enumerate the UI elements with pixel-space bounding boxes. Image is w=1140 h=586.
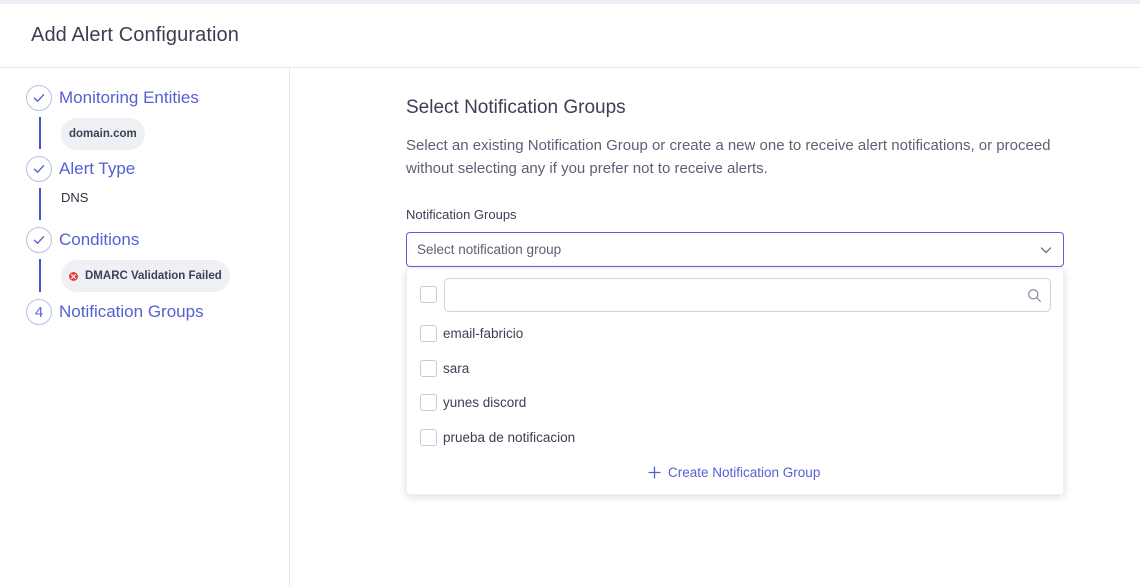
step-conditions[interactable]: Conditions [26,227,139,253]
entity-chip: domain.com [61,118,145,150]
search-icon [1028,289,1042,303]
step-monitoring-entities[interactable]: Monitoring Entities [26,85,199,111]
entity-value: domain.com [69,128,137,140]
check-icon [26,227,52,253]
select-placeholder: Select notification group [417,242,562,257]
step-alert-type[interactable]: Alert Type [26,156,135,182]
group-option[interactable]: prueba de notificacion [407,423,1063,453]
step-connector [39,117,41,149]
group-option[interactable]: email-fabricio [407,319,1063,349]
step-connector [39,188,41,220]
group-search-field[interactable] [444,278,1051,312]
step-number: 4 [26,299,52,325]
condition-value: DMARC Validation Failed [85,270,222,282]
group-option-label: yunes discord [443,395,527,410]
group-option-label: prueba de notificacion [443,430,576,445]
chevron-down-icon [1040,247,1052,254]
group-option-checkbox[interactable] [420,360,437,377]
notification-groups-label: Notification Groups [406,207,517,222]
group-option[interactable]: sara [407,354,1063,384]
select-all-checkbox[interactable] [420,286,437,303]
create-notification-group-button[interactable]: Create Notification Group [648,465,820,480]
plus-icon [648,466,661,479]
group-option-checkbox[interactable] [420,394,437,411]
check-icon [26,156,52,182]
step-label: Alert Type [59,159,136,178]
check-icon [26,85,52,111]
group-option-label: email-fabricio [443,326,524,341]
group-search-input[interactable] [453,279,1013,309]
notification-group-dropdown: email-fabricio sara yunes discord prueba… [406,268,1064,495]
group-option-checkbox[interactable] [420,325,437,342]
step-label: Notification Groups [59,302,204,321]
step-connector [39,259,41,292]
alert-type-value: DNS [61,190,89,205]
page-header: Add Alert Configuration [0,4,1140,68]
group-option[interactable]: yunes discord [407,388,1063,418]
section-title: Select Notification Groups [406,97,626,118]
error-x-icon [69,271,78,281]
create-label: Create Notification Group [668,465,821,480]
group-option-label: sara [443,361,470,376]
section-description: Select an existing Notification Group or… [406,137,1051,177]
stepper-sidebar [0,68,290,586]
notification-group-select[interactable]: Select notification group [406,232,1064,267]
group-option-checkbox[interactable] [420,429,437,446]
page-title: Add Alert Configuration [31,24,239,46]
step-label: Monitoring Entities [59,88,199,107]
condition-chip: DMARC Validation Failed [61,260,230,292]
step-label: Conditions [59,230,140,249]
step-notification-groups[interactable]: 4 Notification Groups [26,299,204,325]
